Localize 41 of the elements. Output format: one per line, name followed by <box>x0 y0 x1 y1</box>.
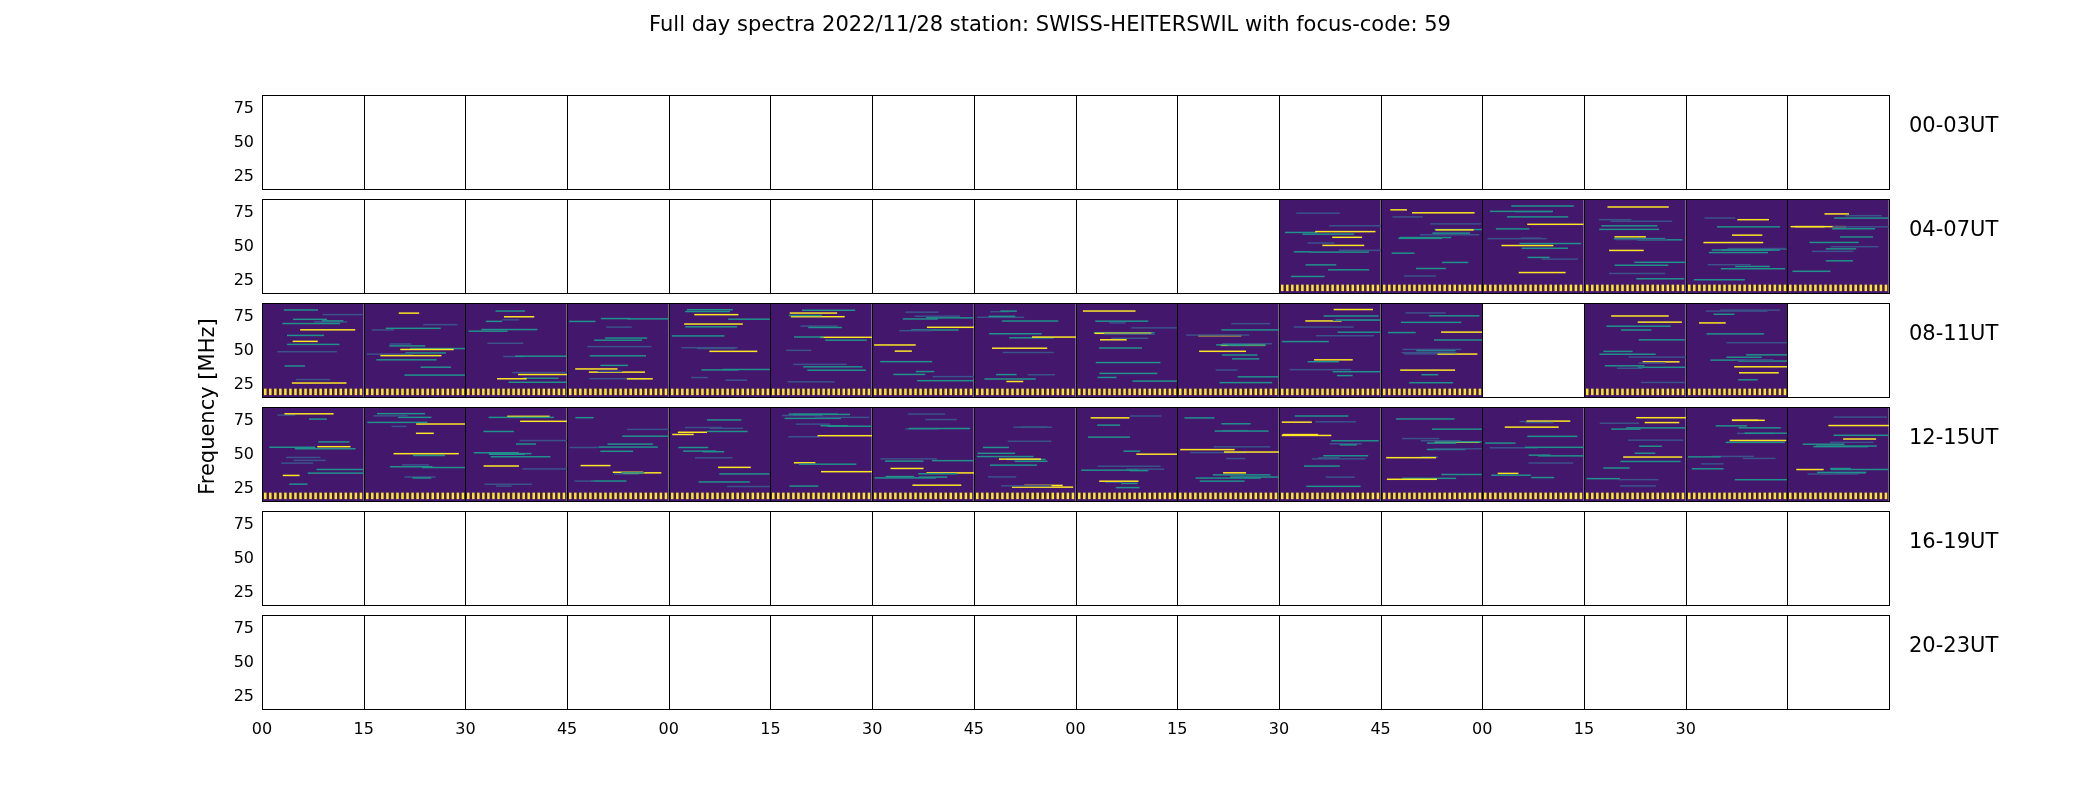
row-time-label: 20-23UT <box>1909 633 1999 657</box>
y-tick-label: 50 <box>233 653 254 670</box>
y-tick-label: 75 <box>233 308 254 325</box>
y-tick-label: 75 <box>233 100 254 117</box>
y-tick-label: 75 <box>233 204 254 221</box>
x-tick-label: 15 <box>760 719 781 738</box>
y-tick-label: 25 <box>233 375 254 392</box>
x-tick-label: 15 <box>1573 719 1595 738</box>
y-tick-label: 25 <box>233 167 254 184</box>
x-tick-label: 45 <box>963 719 984 738</box>
y-axis-label: Frequency [MHz] <box>194 318 220 496</box>
x-tick-label: 30 <box>455 719 476 738</box>
y-tick-label: 50 <box>233 133 254 150</box>
x-tick-label: 00 <box>1065 719 1086 738</box>
x-tick-label: 15 <box>1167 719 1188 738</box>
y-tick-label: 50 <box>233 445 254 462</box>
y-tick-label: 75 <box>233 516 254 533</box>
y-tick-label: 25 <box>233 479 254 496</box>
y-tick-label: 25 <box>233 687 254 704</box>
y-tick-label: 50 <box>233 341 254 358</box>
x-tick-label: 00 <box>1472 719 1493 738</box>
x-tick-label: 15 <box>353 719 374 738</box>
row-time-label: 12-15UT <box>1909 425 1999 449</box>
x-tick-label: 00 <box>658 719 679 738</box>
row-time-label: 04-07UT <box>1909 217 1999 241</box>
row-time-label: 16-19UT <box>1909 529 1999 553</box>
x-tick-label: 45 <box>1370 719 1391 738</box>
y-tick-label: 75 <box>233 412 254 429</box>
x-tick-label: 30 <box>861 719 883 738</box>
x-tick-label: 45 <box>556 719 578 738</box>
x-tick-label: 30 <box>1675 719 1696 738</box>
y-tick-label: 25 <box>233 271 254 288</box>
y-tick-label: 50 <box>233 237 254 254</box>
row-time-label: 08-11UT <box>1909 321 1999 345</box>
y-tick-label: 25 <box>233 583 254 600</box>
x-tick-label: 00 <box>251 719 273 738</box>
figure-title: Full day spectra 2022/11/28 station: SWISS-HEITERSWIL with focus-code: 59 <box>648 11 1452 38</box>
row-time-label: 00-03UT <box>1909 113 1999 137</box>
y-tick-label: 50 <box>233 549 254 566</box>
x-tick-label: 30 <box>1268 719 1290 738</box>
y-tick-label: 75 <box>233 620 254 637</box>
